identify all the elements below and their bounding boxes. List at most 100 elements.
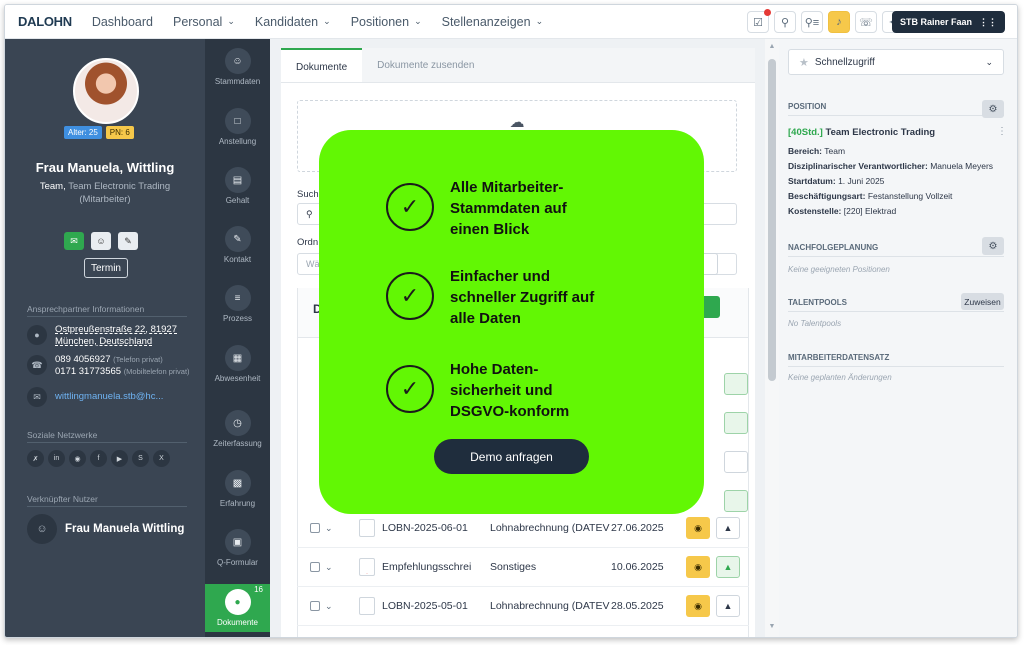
pdf-file-icon: ֽ (359, 558, 375, 576)
feature-item: ✓ Alle Mitarbeiter-Stammdaten auf einen … (386, 177, 600, 240)
eye-icon[interactable]: ◉ (686, 595, 710, 617)
bell-icon[interactable]: ♪ (828, 11, 850, 33)
wallet-icon: ▤ (224, 167, 251, 193)
nav-positionen[interactable]: Positionen ⌄ (351, 15, 422, 29)
quick-access-select[interactable]: ★ Schnellzugriff ⌄ (788, 49, 1004, 75)
scrollbar-thumb[interactable] (768, 59, 776, 381)
lock-icon[interactable]: ▲ (716, 517, 740, 539)
user-menu-button[interactable]: STB Rainer Faan ⋮⋮ (891, 11, 1005, 33)
table-row[interactable]: ⌄ LOBN-2025-05-01 Lohnabrechnung (DATEV … (297, 587, 749, 626)
x-twitter-icon[interactable]: X (153, 450, 170, 467)
position-details: Bereich: Team Disziplinarischer Verantwo… (788, 146, 994, 216)
table-row[interactable]: ⌄ ֽ Empfehlungsschrei Sonstiges 10.06.20… (297, 548, 749, 587)
assign-button[interactable]: Zuweisen (961, 293, 1004, 310)
chevron-down-icon[interactable]: ⌄ (325, 601, 351, 612)
tab-dokumente[interactable]: Dokumente (281, 48, 363, 82)
scroll-up-icon[interactable]: ▲ (765, 43, 779, 50)
rail-item-erfahrung[interactable]: ▩ Erfahrung (205, 470, 270, 508)
chevron-down-icon[interactable]: ⌄ (325, 562, 351, 573)
email-button[interactable]: ✉ (64, 232, 84, 250)
chevron-down-icon: ⌄ (414, 16, 422, 26)
more-vertical-icon[interactable]: ⋮ (997, 126, 1007, 137)
feature-item: ✓ Hohe Daten-sicherheit und DSGVO-konfor… (386, 359, 600, 422)
lock-icon[interactable] (724, 373, 748, 395)
employee-name: Frau Manuela, Wittling (35, 160, 175, 175)
demo-request-button[interactable]: Demo anfragen (434, 439, 589, 474)
search-icon[interactable]: ⚲ (774, 11, 796, 33)
nav-dashboard[interactable]: Dashboard (92, 15, 153, 29)
rail-item-zeiterfassung[interactable]: ◷ Zeiterfassung (205, 410, 270, 448)
position-title[interactable]: [40Std.] Team Electronic Trading (788, 125, 935, 140)
contact-section-header: Ansprechpartner Informationen (27, 304, 145, 314)
promo-overlay: ✓ Alle Mitarbeiter-Stammdaten auf einen … (319, 130, 704, 514)
lock-icon[interactable]: ▲ (716, 556, 740, 578)
social-links: ✗ in ◉ f ▶ S X (27, 450, 170, 467)
succession-empty: Keine geeigneten Positionen (788, 265, 890, 274)
rail-item-abwesenheit[interactable]: ▦ Abwesenheit (205, 345, 270, 383)
lock-icon[interactable] (724, 451, 748, 473)
address-link[interactable]: Ostpreußenstraße 22, 81927 München, Deuts… (55, 324, 177, 348)
youtube-icon[interactable]: ▶ (111, 450, 128, 467)
eye-icon[interactable]: ◉ (686, 517, 710, 539)
chevron-down-icon: ⌄ (985, 56, 993, 67)
lock-icon[interactable] (724, 490, 748, 512)
xing-icon[interactable]: ✗ (27, 450, 44, 467)
profile-actions: ✉ ☺ ✎ (64, 232, 138, 250)
nav-personal[interactable]: Personal ⌄ (173, 15, 235, 29)
star-icon: ★ (799, 56, 809, 69)
grid-icon: ⋮⋮ (979, 16, 997, 27)
rail-item-kontakt[interactable]: ✎ Kontakt (205, 226, 270, 264)
termin-button[interactable]: Termin (84, 258, 128, 278)
app-logo[interactable]: DALOHN (18, 14, 72, 29)
position-header: POSITION (788, 102, 1004, 116)
rail-item-q-formular[interactable]: ▣ Q-Formular (205, 529, 270, 567)
lock-icon[interactable]: ▲ (716, 595, 740, 617)
social-section-header: Soziale Netzwerke (27, 430, 98, 440)
gear-icon[interactable]: ⚙ (982, 100, 1004, 118)
chevron-down-icon[interactable]: ⌄ (325, 523, 351, 534)
rail-item-prozess[interactable]: ≡ Prozess (205, 285, 270, 323)
eye-icon[interactable]: ◉ (686, 556, 710, 578)
gear-icon[interactable]: ⚙ (982, 237, 1004, 255)
rail-item-gehalt[interactable]: ▤ Gehalt (205, 167, 270, 205)
facebook-icon[interactable]: f (90, 450, 107, 467)
list-icon: ≡ (224, 285, 251, 311)
clipboard-button[interactable]: ✎ (118, 232, 138, 250)
nav-stellenanzeigen[interactable]: Stellenanzeigen ⌄ (442, 15, 544, 29)
edit-icon: ✎ (224, 226, 251, 252)
profile-badges: Alter: 25 PN: 6 (64, 126, 134, 139)
rail-item-stammdaten[interactable]: ☺ Stammdaten (205, 48, 270, 86)
rail-item-dokumente[interactable]: 16 ● Dokumente (205, 584, 270, 632)
github-icon[interactable]: ◉ (69, 450, 86, 467)
check-circle-icon: ✓ (386, 183, 434, 231)
skype-icon[interactable]: S (132, 450, 149, 467)
tab-dokumente-zusenden[interactable]: Dokumente zusenden (362, 48, 489, 82)
user-button[interactable]: ☺ (91, 232, 111, 250)
email-link[interactable]: wittlingmanuela.stb@hc... (55, 391, 163, 403)
feature-item: ✓ Einfacher und schneller Zugriff auf al… (386, 266, 600, 329)
lock-icon[interactable] (724, 412, 748, 434)
checklist-icon[interactable]: ☑ (747, 9, 771, 33)
scroll-down-icon[interactable]: ▼ (765, 623, 779, 630)
calendar-icon: ▦ (224, 345, 251, 371)
row-checkbox[interactable] (310, 562, 320, 572)
talentpools-empty: No Talentpools (788, 319, 842, 328)
succession-header: NACHFOLGEPLANUNG (788, 243, 1004, 257)
scrollbar[interactable]: ▲ ▼ (765, 39, 779, 637)
chevron-down-icon: ⌄ (535, 16, 544, 26)
chevron-down-icon: ⌄ (227, 16, 235, 26)
linkedin-icon[interactable]: in (48, 450, 65, 467)
search-list-icon[interactable]: ⚲≡ (801, 11, 823, 33)
mail-icon: ✉ (27, 387, 47, 407)
rail-item-anstellung[interactable]: □ Anstellung (205, 108, 270, 146)
document-icon: □ (224, 108, 251, 134)
headset-icon[interactable]: ☏ (855, 11, 877, 33)
table-row[interactable]: ⌄ LOBN-2025-06-01 Lohnabrechnung (DATEV … (297, 509, 749, 548)
row-checkbox[interactable] (310, 523, 320, 533)
linked-user[interactable]: ☺ Frau Manuela Wittling (27, 514, 184, 544)
details-sidebar: ★ Schnellzugriff ⌄ POSITION ⚙ [40Std.] T… (779, 39, 1017, 637)
check-circle-icon: ✓ (386, 272, 434, 320)
nav-kandidaten[interactable]: Kandidaten ⌄ (255, 15, 331, 29)
row-checkbox[interactable] (310, 601, 320, 611)
top-navigation-bar: DALOHN Dashboard Personal ⌄ Kandidaten ⌄ P… (5, 5, 1017, 39)
